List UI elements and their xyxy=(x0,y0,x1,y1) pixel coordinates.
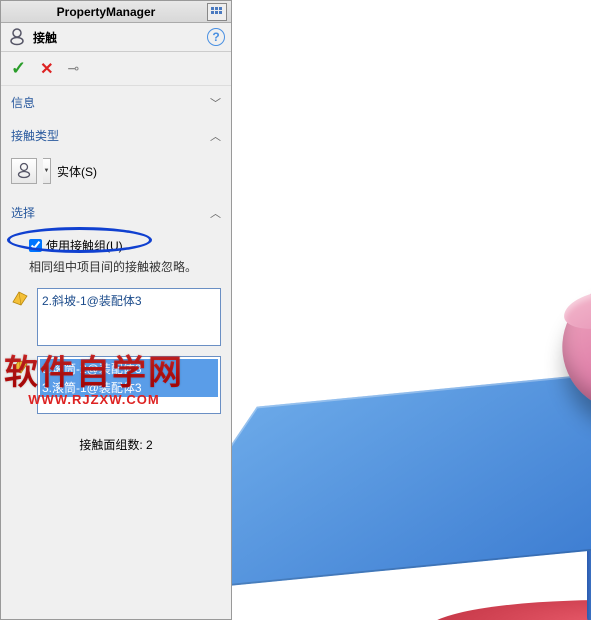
list-item[interactable]: 3.滚筒-2@装配体3 xyxy=(40,359,218,378)
chevron-up-icon xyxy=(210,128,221,144)
use-contact-group-checkbox[interactable] xyxy=(29,239,42,252)
feature-row: 接触 ? xyxy=(1,23,231,52)
solid-type-label: 实体(S) xyxy=(57,163,97,180)
contact-feature-icon xyxy=(7,27,27,47)
pin-button[interactable]: ⊸ xyxy=(68,60,80,77)
section-select-title: 选择 xyxy=(11,204,210,221)
3d-viewport[interactable] xyxy=(232,0,591,620)
panel-menu-button[interactable] xyxy=(207,3,227,21)
menu-grid-icon xyxy=(210,6,224,18)
section-select-header[interactable]: 选择 xyxy=(1,196,231,229)
action-row: ✓ ✕ ⊸ xyxy=(1,52,231,86)
group1-body-icon xyxy=(11,288,33,346)
use-contact-group-label[interactable]: 使用接触组(U) xyxy=(46,237,123,254)
model-base xyxy=(427,600,591,620)
use-contact-group-row: 使用接触组(U) xyxy=(25,235,221,256)
contact-group-hint: 相同组中项目间的接触被忽略。 xyxy=(25,256,221,278)
group2-listbox[interactable]: 3.滚筒-2@装配体3 3.滚筒-1@装配体3 xyxy=(37,356,221,414)
property-manager-panel: PropertyManager 接触 ? ✓ ✕ ⊸ 信息 接触类型 xyxy=(0,0,232,620)
solid-body-icon xyxy=(15,162,33,180)
group1-block: 2.斜坡-1@装配体3 xyxy=(11,288,221,346)
panel-title: PropertyManager xyxy=(5,5,207,19)
section-select-body: 使用接触组(U) 相同组中项目间的接触被忽略。 2.斜坡-1@装配体3 3.滚筒… xyxy=(1,229,231,479)
chevron-up-icon xyxy=(210,205,221,221)
ok-button[interactable]: ✓ xyxy=(11,58,26,79)
section-type-body: ▼ 实体(S) xyxy=(1,152,231,196)
model-table-top xyxy=(232,354,591,595)
solid-type-button[interactable] xyxy=(11,158,37,184)
list-item[interactable]: 3.滚筒-1@装配体3 xyxy=(40,378,218,397)
section-type-header[interactable]: 接触类型 xyxy=(1,119,231,152)
group1-listbox[interactable]: 2.斜坡-1@装配体3 xyxy=(37,288,221,346)
panel-header: PropertyManager xyxy=(1,1,231,23)
help-button[interactable]: ? xyxy=(207,28,225,46)
section-type-title: 接触类型 xyxy=(11,127,210,144)
contact-count-label: 接触面组数: 2 xyxy=(11,436,221,467)
section-info-header[interactable]: 信息 xyxy=(1,86,231,119)
section-info-title: 信息 xyxy=(11,94,210,111)
group2-block: 3.滚筒-2@装配体3 3.滚筒-1@装配体3 xyxy=(11,356,221,414)
list-item[interactable]: 2.斜坡-1@装配体3 xyxy=(40,291,218,310)
type-dropdown-arrow[interactable]: ▼ xyxy=(43,158,51,184)
group2-body-icon xyxy=(11,356,33,414)
cancel-button[interactable]: ✕ xyxy=(40,59,53,79)
feature-title: 接触 xyxy=(33,29,207,46)
chevron-down-icon xyxy=(210,95,221,111)
